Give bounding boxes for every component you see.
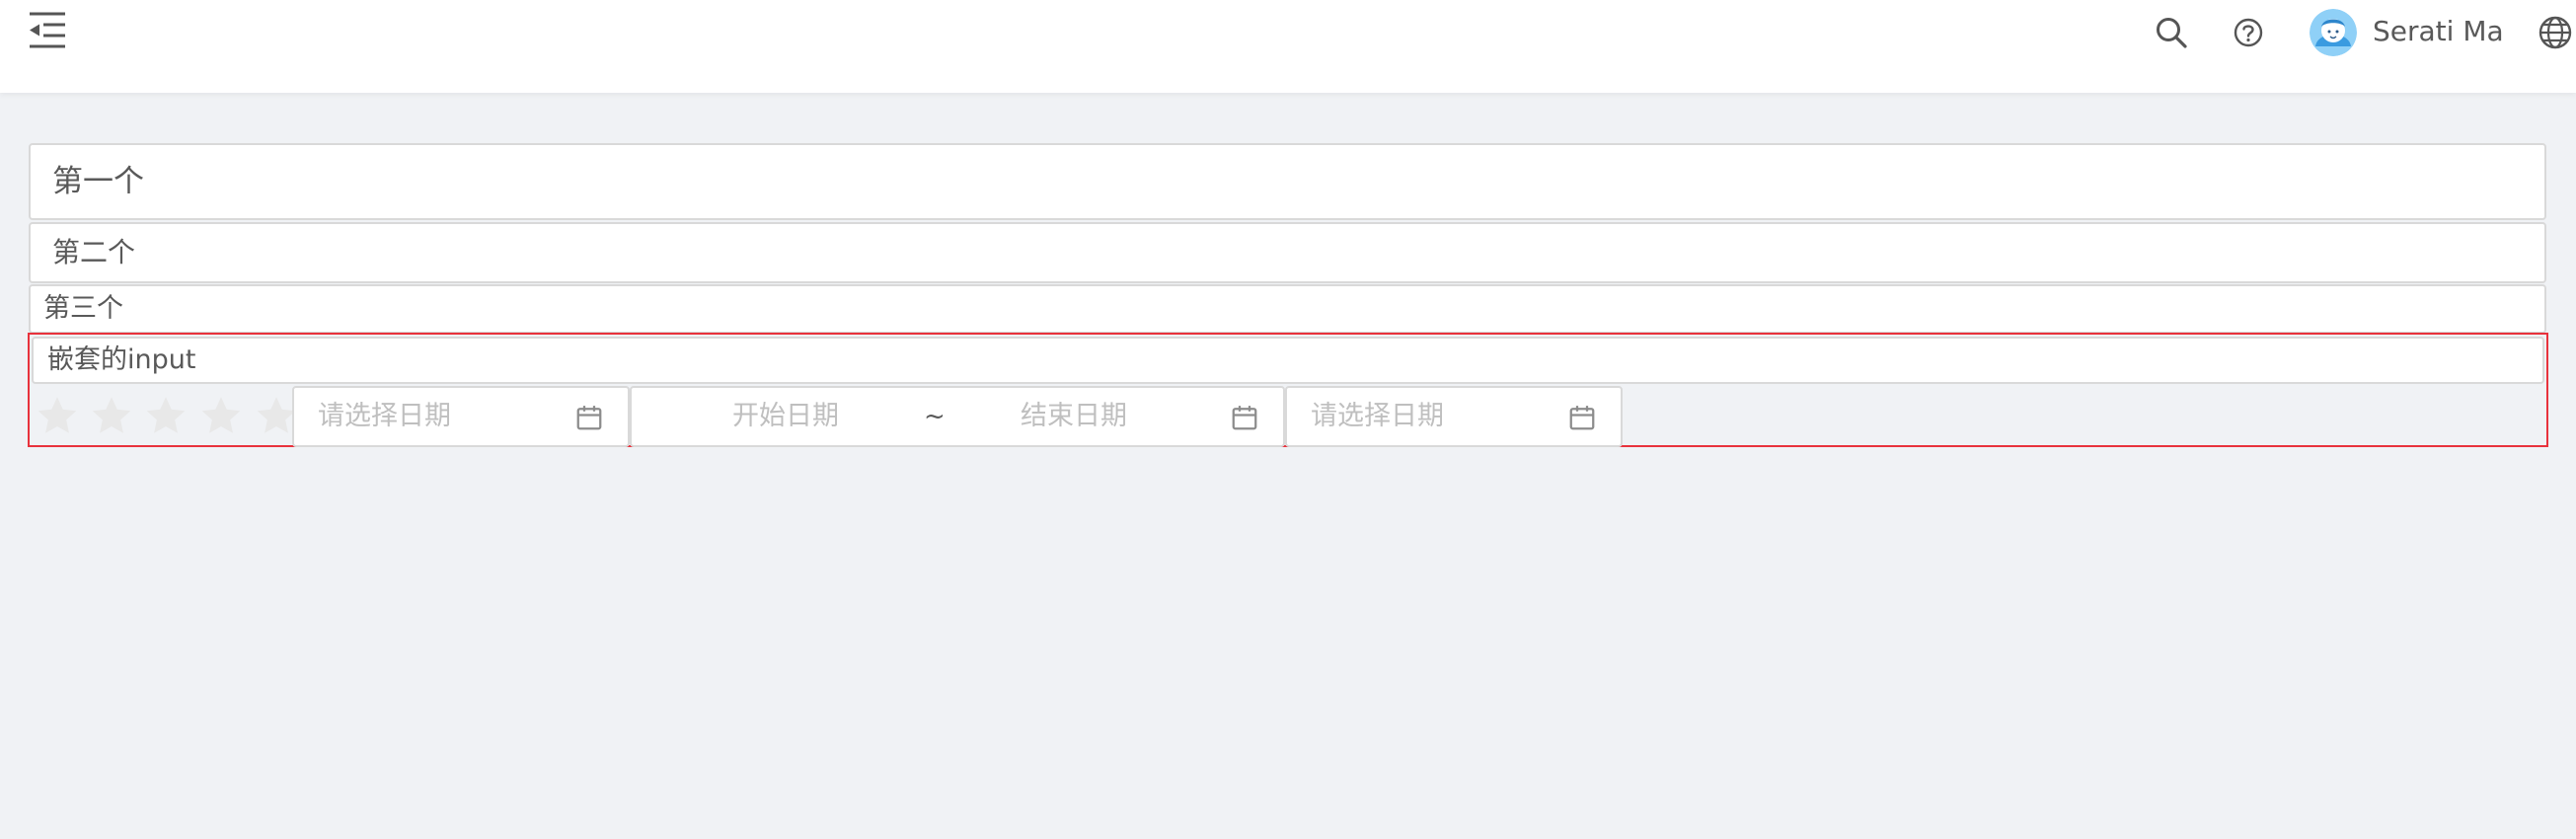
indent-menu-icon[interactable] [28, 12, 67, 51]
date-picker[interactable]: 请选择日期 [1285, 386, 1623, 447]
date-range-picker[interactable]: 开始日期 ~ 结束日期 [630, 386, 1285, 447]
input-nested[interactable]: 嵌套的input [32, 337, 2544, 384]
date-picker-placeholder: 请选择日期 [1311, 401, 1444, 431]
top-header: Serati Ma [0, 0, 2576, 93]
avatar[interactable] [2310, 9, 2357, 56]
star-icon[interactable] [144, 394, 188, 437]
calendar-icon [1232, 406, 1257, 430]
date-picker-placeholder: 请选择日期 [318, 401, 451, 431]
star-icon[interactable] [36, 394, 79, 437]
avatar-image [2310, 9, 2357, 56]
range-separator: ~ [924, 402, 946, 431]
nested-container: 嵌套的input 请选择日期 开始日期 ~ 结束日期 请选择日期 [28, 333, 2548, 447]
calendar-icon [1569, 406, 1595, 430]
search-icon[interactable] [2153, 14, 2190, 51]
globe-icon[interactable] [2538, 15, 2573, 50]
question-circle-icon[interactable] [2230, 14, 2267, 51]
range-end-placeholder[interactable]: 结束日期 [1021, 388, 1127, 445]
date-picker[interactable]: 请选择日期 [292, 386, 630, 447]
input-first[interactable]: 第一个 [29, 143, 2546, 220]
range-start-placeholder[interactable]: 开始日期 [732, 388, 839, 445]
input-third[interactable]: 第三个 [29, 284, 2546, 334]
star-icon[interactable] [199, 394, 243, 437]
star-icon[interactable] [90, 394, 133, 437]
calendar-icon [576, 406, 602, 430]
input-second[interactable]: 第二个 [29, 222, 2546, 283]
user-name[interactable]: Serati Ma [2373, 14, 2504, 49]
